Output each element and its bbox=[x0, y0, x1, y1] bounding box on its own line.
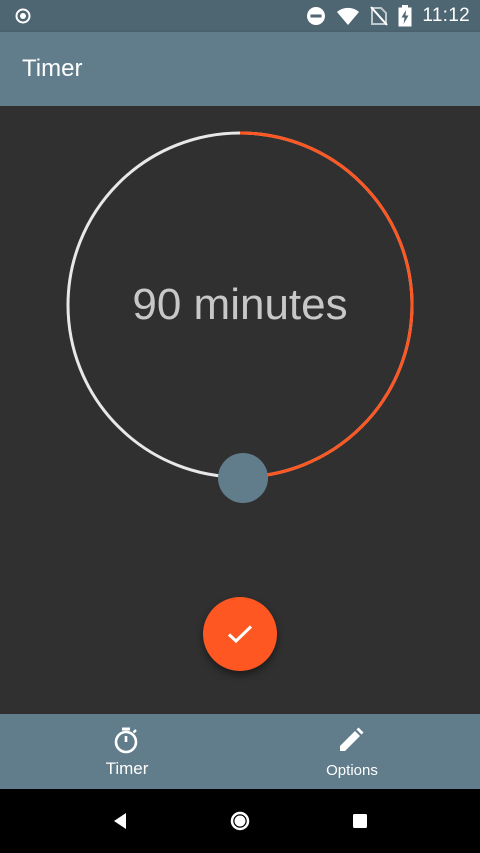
confirm-button[interactable] bbox=[203, 597, 277, 671]
status-bar: 11:12 bbox=[0, 0, 480, 32]
stopwatch-icon bbox=[114, 727, 138, 754]
dial-handle[interactable] bbox=[218, 453, 268, 503]
no-sim-icon bbox=[370, 6, 389, 26]
wifi-icon bbox=[337, 7, 360, 25]
status-time: 11:12 bbox=[422, 5, 470, 26]
back-icon[interactable] bbox=[108, 809, 132, 833]
pencil-icon bbox=[340, 727, 364, 751]
bottom-nav: Timer Options bbox=[0, 714, 480, 789]
do-not-disturb-icon bbox=[307, 7, 326, 25]
record-icon bbox=[15, 8, 31, 24]
app-bar: Timer bbox=[0, 32, 480, 106]
timer-value-label: 90 minutes bbox=[132, 280, 348, 329]
recents-icon[interactable] bbox=[348, 809, 372, 833]
nav-label-options: Options bbox=[326, 762, 378, 779]
home-icon[interactable] bbox=[228, 809, 252, 833]
check-icon bbox=[227, 625, 253, 644]
timer-content: 90 minutes bbox=[0, 106, 480, 714]
status-icons: 11:12 bbox=[306, 0, 470, 32]
nav-label-timer: Timer bbox=[105, 759, 149, 778]
battery-charging-icon bbox=[398, 5, 412, 27]
nav-item-options[interactable]: Options bbox=[232, 714, 472, 789]
page-title: Timer bbox=[22, 55, 83, 82]
nav-item-timer[interactable]: Timer bbox=[7, 714, 247, 789]
system-nav-bar bbox=[0, 789, 480, 853]
